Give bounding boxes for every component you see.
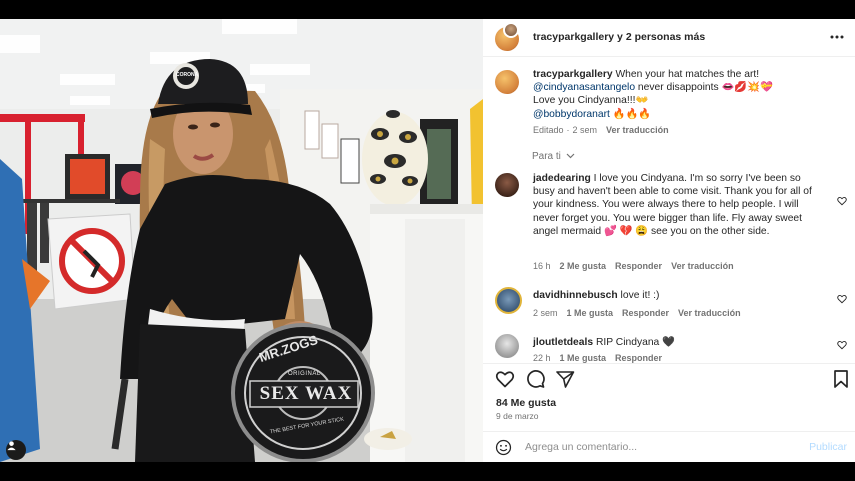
sign-top-text: ORIGINAL — [288, 371, 321, 377]
sort-comments-dropdown[interactable]: Para ti — [532, 151, 575, 162]
post-header: tracyparkgallery y 2 personas más — [483, 19, 855, 57]
top-letterbox — [0, 0, 855, 19]
like-heart-icon[interactable] — [495, 369, 515, 389]
edited-label: Editado — [533, 125, 564, 135]
caption-line: Love you Cindyanna!!!👐 — [533, 95, 649, 107]
translate-link[interactable]: Ver traducción — [678, 308, 741, 318]
comment-likes[interactable]: 1 Me gusta — [560, 353, 607, 363]
post-photo[interactable]: CORONA ORIGINAL MR.ZOGS SEX WAX THE BEST… — [0, 19, 483, 462]
comment-meta: 16 h 2 Me gusta Responder Ver traducción — [533, 261, 743, 271]
comments-scroll-area[interactable]: tracyparkgallery When your hat matches t… — [483, 58, 855, 363]
reply-button[interactable]: Responder — [615, 353, 662, 363]
caption-meta: Editado · 2 sem Ver traducción — [533, 125, 678, 135]
reply-button[interactable]: Responder — [622, 308, 669, 318]
post-details-panel: tracyparkgallery y 2 personas más tracyp… — [483, 19, 855, 462]
comment-bubble-icon[interactable] — [525, 369, 545, 389]
comment-time[interactable]: 22 h — [533, 353, 551, 363]
bottom-letterbox — [0, 462, 855, 481]
like-comment-heart-icon[interactable] — [837, 196, 847, 206]
collaborator-avatar[interactable] — [503, 22, 519, 38]
comment-meta: 22 h 1 Me gusta Responder — [533, 353, 671, 363]
caption-avatar[interactable] — [495, 70, 519, 94]
commenter-username[interactable]: jadedearing — [533, 173, 591, 184]
collaborators-label[interactable]: y 2 personas más — [614, 31, 705, 43]
commenter-avatar[interactable] — [495, 173, 519, 197]
comment-likes[interactable]: 2 Me gusta — [560, 261, 607, 271]
translate-link[interactable]: Ver traducción — [606, 125, 669, 135]
comment-body: love it! :) — [617, 290, 660, 301]
author-username[interactable]: tracyparkgallery — [533, 31, 614, 43]
comment-text: jloutletdeals RIP Cindyana 🖤 — [533, 336, 833, 349]
like-comment-heart-icon[interactable] — [837, 294, 847, 304]
translate-link[interactable]: Ver traducción — [671, 261, 734, 271]
reply-button[interactable]: Responder — [615, 261, 662, 271]
caption-time[interactable]: 2 sem — [573, 125, 598, 135]
post-date[interactable]: 9 de marzo — [496, 411, 539, 421]
likes-count[interactable]: 84 Me gusta — [496, 397, 556, 409]
separator: · — [566, 125, 570, 135]
comment-body: RIP Cindyana 🖤 — [593, 337, 675, 348]
caption-text: tracyparkgallery When your hat matches t… — [533, 68, 833, 121]
post-actions-bar — [483, 363, 855, 393]
publish-button[interactable]: Publicar — [809, 441, 847, 453]
caption-username[interactable]: tracyparkgallery — [533, 69, 613, 80]
comment-text: jadedearing I love you Cindyana. I'm so … — [533, 172, 823, 238]
photo-scene — [0, 19, 483, 462]
comment-text: davidhinnebusch love it! :) — [533, 289, 833, 302]
bookmark-save-icon[interactable] — [831, 369, 851, 389]
commenter-username[interactable]: jloutletdeals — [533, 337, 593, 348]
commenter-username[interactable]: davidhinnebusch — [533, 290, 618, 301]
comment-likes[interactable]: 1 Me gusta — [567, 308, 614, 318]
caption-line: never disappoints 👄💋💥💝 — [635, 82, 773, 94]
add-comment-bar: Publicar — [483, 431, 855, 462]
mention-link[interactable]: @cindyanasantangelo — [533, 82, 635, 93]
post-authors: tracyparkgallery y 2 personas más — [533, 31, 705, 43]
chevron-down-icon — [566, 153, 575, 159]
caption-line: When your hat matches the art! — [612, 69, 760, 80]
user-icon — [7, 441, 16, 451]
more-options-icon[interactable] — [829, 29, 845, 45]
caption-line: 🔥🔥🔥 — [609, 108, 652, 120]
hat-logo-text: CORONA — [176, 72, 199, 78]
tagged-users-button[interactable] — [6, 440, 26, 460]
sign-product-text: SEX WAX — [259, 383, 353, 404]
sort-label: Para ti — [532, 151, 561, 162]
comment-time[interactable]: 2 sem — [533, 308, 558, 318]
commenter-avatar[interactable] — [495, 287, 522, 314]
like-comment-heart-icon[interactable] — [837, 340, 847, 350]
mention-link[interactable]: @bobbydoranart — [533, 109, 610, 120]
emoji-picker-icon[interactable] — [495, 439, 512, 456]
share-send-icon[interactable] — [555, 369, 575, 389]
commenter-avatar[interactable] — [495, 334, 519, 358]
comment-meta: 2 sem 1 Me gusta Responder Ver traducción — [533, 308, 750, 318]
comment-time[interactable]: 16 h — [533, 261, 551, 271]
comment-input[interactable] — [525, 441, 795, 453]
